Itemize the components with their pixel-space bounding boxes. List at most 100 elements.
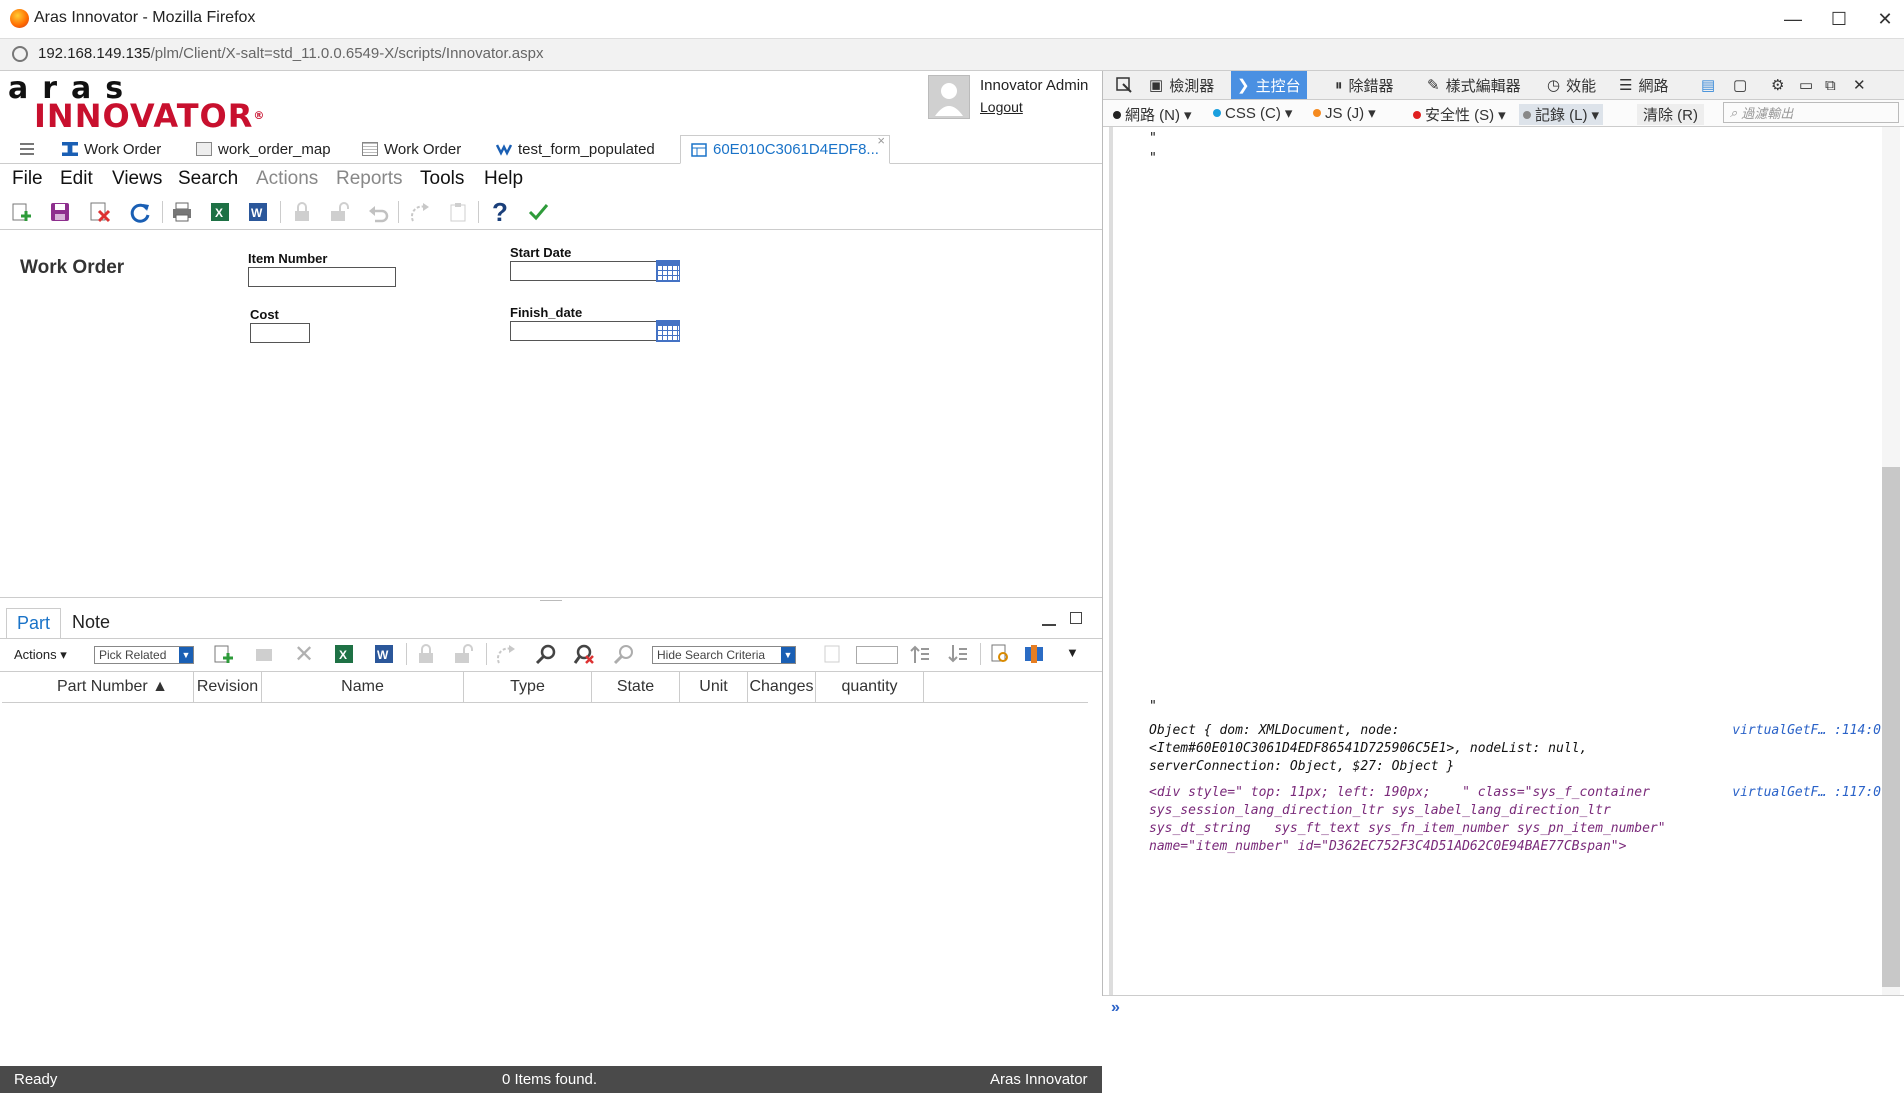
clear-console-button[interactable]: 清除 (R) <box>1637 104 1704 125</box>
add-row-icon[interactable] <box>212 642 236 666</box>
maximize-button[interactable]: ☐ <box>1816 0 1862 38</box>
print-icon[interactable] <box>170 200 194 224</box>
pick-related-select[interactable]: Pick Related ▼ <box>94 646 194 664</box>
logout-link[interactable]: Logout <box>980 99 1023 115</box>
column-header[interactable]: Changes <box>748 672 816 702</box>
calendar-icon[interactable] <box>656 260 680 282</box>
url-text[interactable]: 192.168.149.135/plm/Client/X-salt=std_11… <box>38 45 543 62</box>
excel-icon[interactable]: X <box>208 200 232 224</box>
search-icon[interactable] <box>534 642 558 666</box>
tab-performance[interactable]: ◷ 效能 <box>1541 71 1602 99</box>
tab-active-item[interactable]: 60E010C3061D4EDF8... × <box>680 133 890 164</box>
column-header[interactable]: Name <box>262 672 464 702</box>
menu-edit[interactable]: Edit <box>60 168 93 190</box>
discard-icon[interactable] <box>88 200 112 224</box>
copy-icon[interactable] <box>446 200 470 224</box>
unlock-icon[interactable] <box>328 200 352 224</box>
undo-icon[interactable] <box>366 200 390 224</box>
help-icon[interactable]: ? <box>488 197 512 227</box>
promote-icon[interactable] <box>408 200 432 224</box>
filter-net[interactable]: 網路 (N) ▾ <box>1113 104 1192 125</box>
menu-file[interactable]: File <box>12 168 43 190</box>
scrollbar-thumb[interactable] <box>1882 467 1900 987</box>
promote-icon[interactable] <box>494 642 518 666</box>
item-number-input[interactable] <box>248 267 396 287</box>
cost-input[interactable] <box>250 323 310 343</box>
hide-search-criteria-select[interactable]: Hide Search Criteria ▼ <box>652 646 796 664</box>
tab-part[interactable]: Part <box>6 608 62 640</box>
close-devtools-icon[interactable]: ✕ <box>1847 71 1872 99</box>
console-line[interactable]: <div style=" top: 11px; left: 190px; " c… <box>1149 785 1650 800</box>
unlock-icon[interactable] <box>452 642 476 666</box>
url-bar[interactable]: 192.168.149.135/plm/Client/X-salt=std_11… <box>0 39 1904 71</box>
menu-views[interactable]: Views <box>112 168 162 190</box>
tab-close-icon[interactable]: × <box>877 133 885 148</box>
console-source-link[interactable]: virtualGetF… :114:0 <box>1732 723 1881 738</box>
minimize-panel-icon[interactable] <box>1042 624 1056 626</box>
save-icon[interactable] <box>48 200 72 224</box>
console-line[interactable]: serverConnection: Object, $27: Object } <box>1149 759 1454 774</box>
tab-work-order-search[interactable]: Work Order <box>62 137 161 161</box>
tab-work-order-form[interactable]: Work Order <box>362 137 461 161</box>
split-console-icon[interactable]: ▤ <box>1695 71 1721 99</box>
tab-console[interactable]: ❯ 主控台 <box>1231 71 1307 99</box>
tab-note[interactable]: Note <box>62 608 120 637</box>
page-size-input[interactable] <box>856 646 898 664</box>
filter-logging[interactable]: 記錄 (L) ▾ <box>1519 104 1604 125</box>
menu-actions[interactable]: Actions <box>256 168 318 190</box>
hamburger-menu-icon[interactable] <box>20 137 34 161</box>
column-header[interactable]: Revision <box>194 672 262 702</box>
dock-bottom-icon[interactable]: ▭ <box>1793 71 1819 99</box>
devtools-splitter[interactable] <box>1109 127 1113 995</box>
console-line[interactable]: <Item#60E010C3061D4EDF86541D725906C5E1>,… <box>1149 741 1587 756</box>
search-page-icon[interactable] <box>988 642 1012 666</box>
element-picker-icon[interactable] <box>1109 71 1139 99</box>
start-date-input[interactable] <box>510 261 658 281</box>
word-icon[interactable]: W <box>246 200 270 224</box>
close-window-button[interactable]: ✕ <box>1862 0 1904 38</box>
page-icon[interactable] <box>820 642 844 666</box>
new-item-icon[interactable] <box>10 200 34 224</box>
chevron-down-icon[interactable]: ▼ <box>1066 645 1079 660</box>
gear-icon[interactable]: ⚙ <box>1765 71 1790 99</box>
maximize-panel-icon[interactable] <box>1070 612 1082 624</box>
tab-test-form-populated[interactable]: test_form_populated <box>495 137 655 161</box>
lock-icon[interactable] <box>414 642 438 666</box>
pick-item-icon[interactable] <box>252 642 276 666</box>
tab-work-order-map[interactable]: work_order_map <box>196 137 331 161</box>
delete-row-icon[interactable]: ✕ <box>292 641 316 668</box>
tab-style-editor[interactable]: ✎ 樣式編輯器 <box>1421 71 1527 99</box>
filter-js[interactable]: JS (J) ▾ <box>1313 104 1376 122</box>
console-source-link[interactable]: virtualGetF… :117:0 <box>1732 785 1881 800</box>
filter-security[interactable]: 安全性 (S) ▾ <box>1413 104 1506 125</box>
tab-debugger[interactable]: ⏸ 除錯器 <box>1329 71 1400 99</box>
tab-network[interactable]: ☰ 網路 <box>1613 71 1674 99</box>
menu-help[interactable]: Help <box>484 168 523 190</box>
actions-dropdown[interactable]: Actions ▾ <box>14 647 67 663</box>
clear-search-icon[interactable] <box>572 642 596 666</box>
filter-output-input[interactable]: ⌕ 過濾輸出 <box>1723 102 1899 123</box>
column-header[interactable]: Unit <box>680 672 748 702</box>
advanced-search-icon[interactable] <box>612 642 636 666</box>
column-header[interactable]: quantity <box>816 672 924 702</box>
console-line[interactable]: sys_session_lang_direction_ltr sys_label… <box>1149 803 1611 818</box>
console-line[interactable]: Object { dom: XMLDocument, node: <box>1149 723 1399 738</box>
responsive-icon[interactable]: ▢ <box>1727 71 1753 99</box>
filter-css[interactable]: CSS (C) ▾ <box>1213 104 1292 122</box>
lock-icon[interactable] <box>290 200 314 224</box>
tab-inspector[interactable]: ▣ 檢測器 <box>1143 71 1220 99</box>
refresh-icon[interactable] <box>128 200 152 224</box>
column-settings-icon[interactable] <box>1022 642 1046 666</box>
done-checkmark-icon[interactable] <box>526 200 550 224</box>
column-header[interactable]: Type <box>464 672 592 702</box>
excel-icon[interactable]: X <box>332 642 356 666</box>
console-scrollbar[interactable] <box>1882 127 1900 995</box>
console-line[interactable]: sys_dt_string sys_ft_text sys_fn_item_nu… <box>1149 821 1666 836</box>
undock-icon[interactable]: ⧉ <box>1819 71 1842 99</box>
sort-ascending-icon[interactable] <box>908 642 932 666</box>
finish-date-input[interactable] <box>510 321 658 341</box>
calendar-icon[interactable] <box>656 320 680 342</box>
menu-tools[interactable]: Tools <box>420 168 464 190</box>
menu-search[interactable]: Search <box>178 168 238 190</box>
minimize-button[interactable]: — <box>1770 0 1816 38</box>
